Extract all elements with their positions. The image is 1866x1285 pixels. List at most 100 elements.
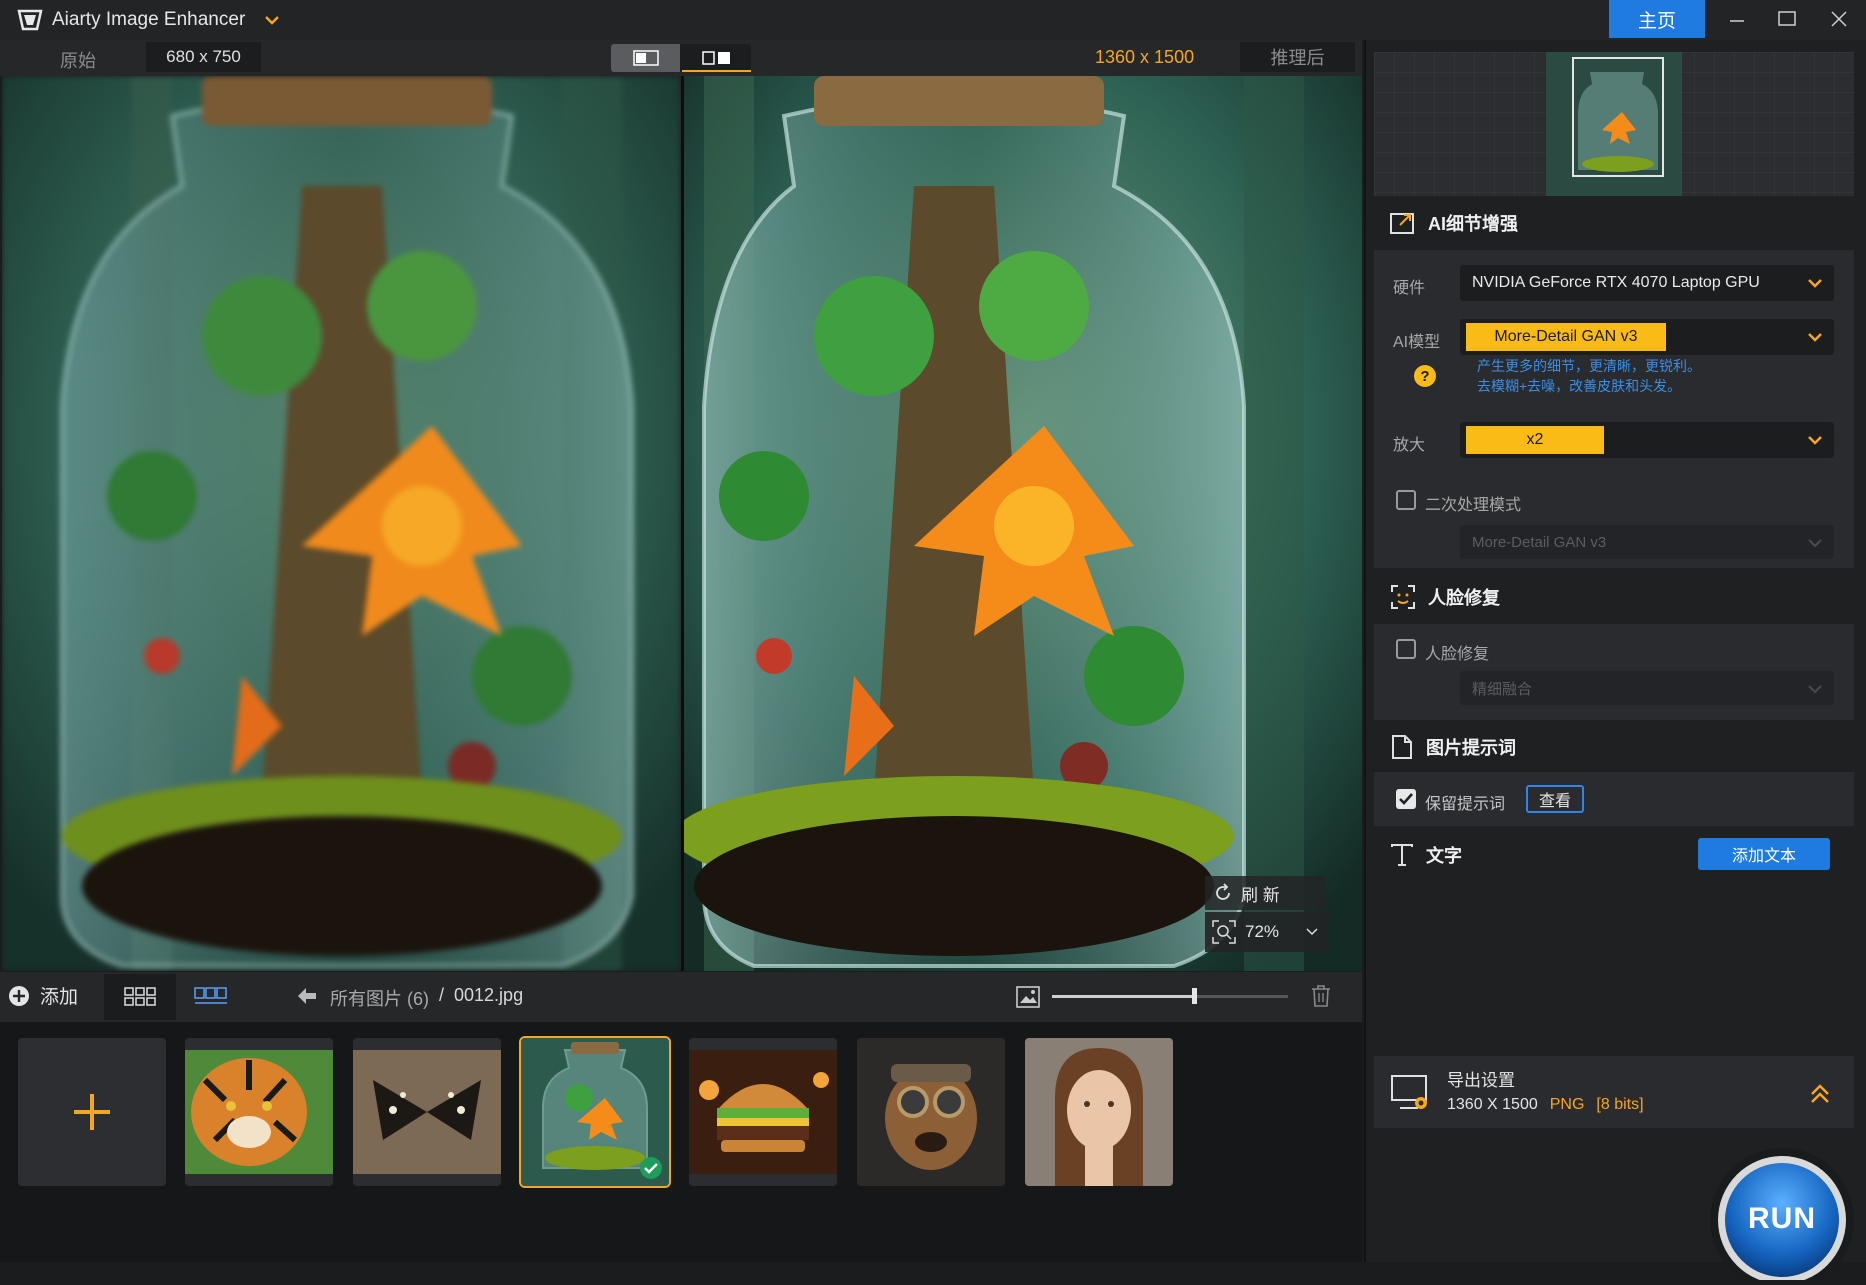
export-bits: [8 bits] [1596,1096,1644,1113]
secondary-model-value: More-Detail GAN v3 [1472,533,1607,551]
navigator-grid [1374,52,1854,196]
zoom-control[interactable]: 72% [1205,912,1330,952]
thumbnail-dog[interactable] [857,1038,1005,1186]
jar-image-enhanced [684,76,1362,971]
zoom-icon [1212,920,1236,944]
burger-image [689,1050,837,1174]
secondary-mode-checkbox[interactable] [1396,490,1416,510]
view-prompt-button[interactable]: 查看 [1526,785,1584,813]
secondary-model-dropdown: More-Detail GAN v3 [1460,525,1834,559]
checkmark-icon [1399,793,1413,805]
breadcrumb-file: 0012.jpg [454,985,524,1005]
slider-handle[interactable] [1191,988,1197,1004]
zoom-value: 72% [1245,922,1280,941]
thumbnail-girl[interactable] [1025,1038,1173,1186]
maximize-button[interactable] [1762,0,1812,38]
text-title: 文字 [1426,846,1462,866]
output-size: 1360 x 1500 [1095,47,1195,67]
original-label: 原始 [60,51,96,71]
model-desc-line-1: 产生更多的细节，更清晰，更锐利。 [1477,358,1701,374]
secondary-mode-label: 二次处理模式 [1425,497,1522,514]
refresh-label: 刷 新 [1241,885,1280,905]
ai-detail-header: AI细节增强 [1390,210,1518,236]
export-settings-icon [1391,1075,1427,1109]
single-view-button[interactable] [611,44,680,72]
chevron-down-icon [1808,333,1822,342]
close-icon [1831,11,1847,27]
chevron-down-icon [1306,928,1318,936]
model-desc-line-2: 去模糊+去噪，改善皮肤和头发。 [1477,378,1682,394]
chevron-down-icon [1808,539,1822,548]
minimize-button[interactable] [1712,0,1762,38]
original-preview[interactable] [2,76,681,971]
model-value: More-Detail GAN v3 [1466,323,1666,351]
tiger-image [185,1050,333,1174]
jar-image-original [2,76,681,971]
thumbnail-tiger[interactable] [185,1038,333,1186]
split-view-icon [702,51,730,65]
portrait-image [1025,1038,1173,1186]
back-arrow-icon[interactable] [296,986,318,1006]
thumbnail-butterfly[interactable] [353,1038,501,1186]
refresh-button[interactable]: 刷 新 [1205,876,1325,910]
add-text-button[interactable]: 添加文本 [1698,838,1830,870]
enhanced-preview[interactable] [684,76,1362,971]
chevron-down-icon [1808,436,1822,445]
chevron-down-icon [1808,685,1822,694]
hardware-value: NVIDIA GeForce RTX 4070 Laptop GPU [1472,274,1760,291]
breadcrumb-separator: / [439,985,445,1005]
export-settings[interactable] [1374,1056,1854,1128]
app-logo-icon [17,9,43,31]
hardware-dropdown[interactable]: NVIDIA GeForce RTX 4070 Laptop GPU [1460,265,1834,301]
model-description: 产生更多的细节，更清晰，更锐利。 去模糊+去噪，改善皮肤和头发。 [1477,356,1701,396]
split-view-button[interactable] [682,44,751,72]
original-size: 680 x 750 [146,42,261,72]
face-title: 人脸修复 [1428,588,1500,608]
home-button[interactable]: 主页 [1609,0,1705,38]
keep-prompt-checkbox[interactable] [1396,789,1416,809]
plus-icon [74,1094,110,1130]
add-image-button[interactable]: 添加 [8,982,78,1009]
strip-view-button[interactable] [176,974,248,1020]
help-icon[interactable]: ? [1413,364,1437,388]
text-header: 文字 [1390,842,1462,868]
thumbnail-jar[interactable] [519,1036,671,1188]
close-button[interactable] [1814,0,1864,38]
ai-detail-title: AI细节增强 [1428,214,1518,234]
refresh-icon [1216,883,1230,900]
chevron-double-up-icon[interactable] [1808,1082,1832,1106]
upscale-dropdown[interactable]: x2 [1460,422,1834,458]
face-restore-label: 人脸修复 [1425,646,1490,663]
minimize-icon [1730,20,1744,22]
model-label: AI模型 [1393,334,1441,351]
grid-view-button[interactable] [104,974,176,1020]
breadcrumb-all-images[interactable]: 所有图片 (6) [330,985,429,1011]
svg-text:?: ? [1420,368,1429,385]
navigator[interactable] [1374,52,1854,196]
face-restore-checkbox[interactable] [1396,639,1416,659]
butterfly-image [353,1050,501,1174]
app-title: Aiarty Image Enhancer [52,9,246,30]
prompt-header: 图片提示词 [1390,734,1516,760]
add-label: 添加 [40,987,79,1008]
after-label: 推理后 [1240,42,1355,72]
chevron-down-icon[interactable] [262,10,282,30]
add-image-tile[interactable] [18,1038,166,1186]
text-tool-icon [1391,844,1413,866]
prompt-title: 图片提示词 [1426,738,1516,758]
run-button[interactable]: RUN [1708,1140,1856,1285]
face-mode-dropdown: 精细融合 [1460,671,1834,705]
model-dropdown[interactable]: More-Detail GAN v3 [1460,319,1834,355]
export-summary: 1360 X 1500 PNG [8 bits] [1447,1096,1644,1114]
keep-prompt-label: 保留提示词 [1425,796,1506,813]
upscale-label: 放大 [1393,437,1426,454]
enhance-icon [1390,213,1414,234]
thumbnail-burger[interactable] [689,1038,837,1186]
hardware-label: 硬件 [1393,280,1426,297]
export-title: 导出设置 [1447,1071,1515,1090]
trash-icon[interactable] [1310,984,1332,1008]
dog-image [857,1038,1005,1186]
maximize-icon [1778,11,1796,26]
chevron-down-icon [1808,279,1822,288]
selected-check-icon [640,1157,662,1179]
